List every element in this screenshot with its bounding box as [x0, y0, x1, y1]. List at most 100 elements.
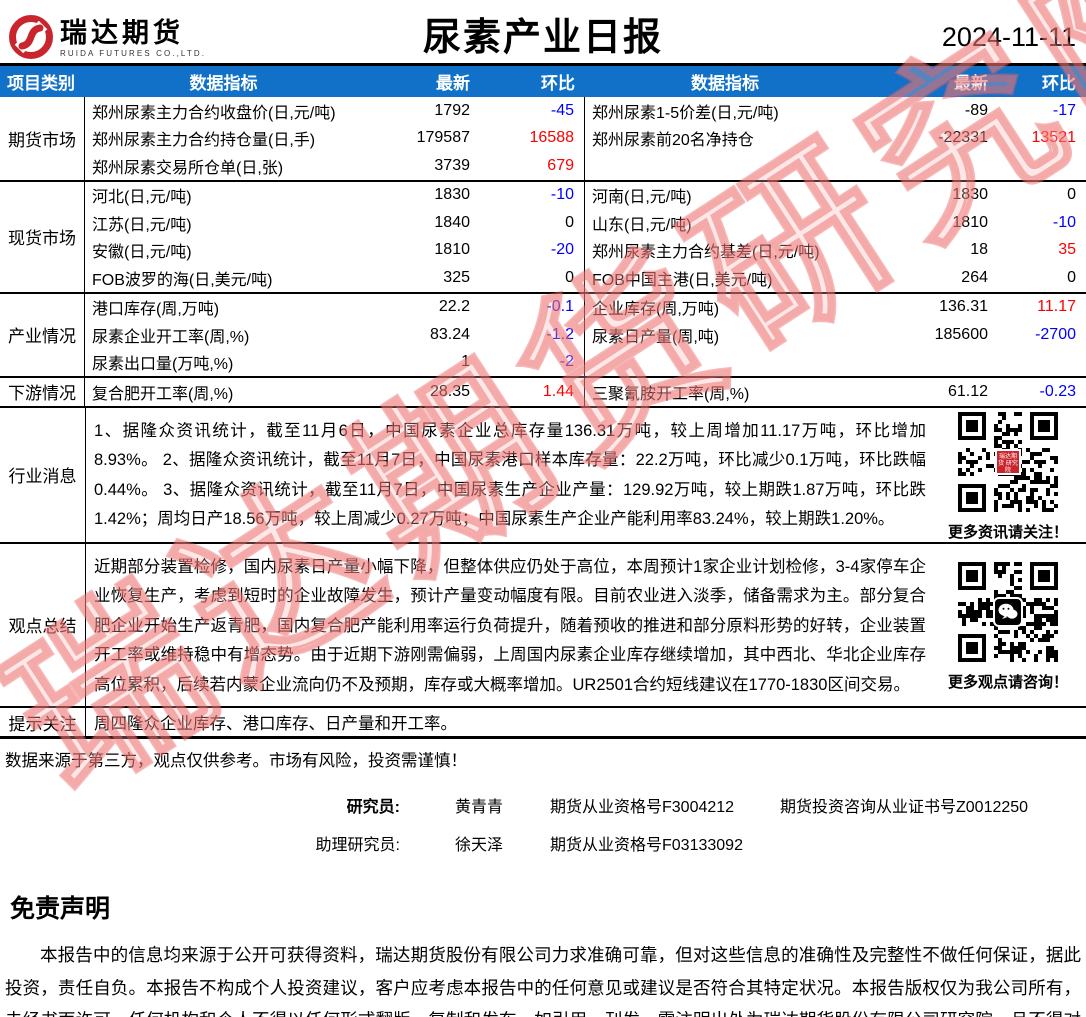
table-section: 产业情况港口库存(周,万吨)22.2-0.1企业库存(周,万吨)136.3111…: [0, 294, 1086, 379]
report-date: 2024-11-11: [942, 22, 1076, 53]
indicator-label: 郑州尿素1-5价差(日,元/吨): [585, 97, 865, 125]
indicator-label: 河南(日,元/吨): [585, 182, 865, 210]
latest-value: 1792: [362, 97, 480, 125]
col-header-latest-right: 最新: [865, 66, 998, 97]
indicator-label: [585, 349, 865, 377]
col-header-delta-right: 环比: [998, 66, 1086, 97]
delta-value: -0.23: [998, 378, 1086, 406]
summary-text: 近期部分装置检修，国内尿素日产量小幅下降，但整体供应仍处于高位，本周预计1家企业…: [86, 544, 930, 707]
assistant-name: 徐天泽: [400, 831, 550, 855]
table-section: 下游情况复合肥开工率(周,%)28.351.44三聚氰胺开工率(周,%)61.1…: [0, 378, 1086, 408]
latest-value: [865, 349, 998, 377]
summary-row: 观点总结 近期部分装置检修，国内尿素日产量小幅下降，但整体供应仍处于高位，本周预…: [0, 544, 1086, 709]
col-header-delta-left: 环比: [480, 66, 585, 97]
delta-value: -10: [998, 209, 1086, 237]
page-title: 尿素产业日报: [0, 6, 1086, 61]
data-grid: 期货市场郑州尿素主力合约收盘价(日,元/吨)1792-45郑州尿素1-5价差(日…: [0, 97, 1086, 408]
assistant-label: 助理研究员:: [0, 831, 400, 855]
delta-value: 0: [998, 264, 1086, 292]
category-label-summary: 观点总结: [0, 544, 86, 707]
delta-value: -0.1: [480, 294, 585, 322]
delta-value: 35: [998, 237, 1086, 265]
indicator-label: 三聚氰胺开工率(周,%): [585, 378, 865, 406]
category-label: 现货市场: [0, 182, 85, 292]
delta-value: [998, 349, 1086, 377]
disclaimer-title: 免责声明: [10, 889, 1086, 925]
latest-value: 1840: [362, 209, 480, 237]
indicator-label: 港口库存(周,万吨): [85, 294, 362, 322]
delta-value: 0: [480, 209, 585, 237]
assistant-line: 助理研究员: 徐天泽 期货从业资格号F03133092: [0, 831, 1086, 855]
delta-value: -10: [480, 182, 585, 210]
delta-value: [998, 152, 1086, 180]
latest-value: 28.35: [362, 378, 480, 406]
delta-value: -17: [998, 97, 1086, 125]
delta-value: -45: [480, 97, 585, 125]
delta-value: 679: [480, 152, 585, 180]
indicator-label: 江苏(日,元/吨): [85, 209, 362, 237]
indicator-label: 河北(日,元/吨): [85, 182, 362, 210]
latest-value: 264: [865, 264, 998, 292]
news-row: 行业消息 1、据隆众资讯统计，截至11月6日，中国尿素企业总库存量136.31万…: [0, 408, 1086, 544]
indicator-label: 企业库存(周,万吨): [585, 294, 865, 322]
alert-text: 周四隆众企业库存、港口库存、日产量和开工率。: [86, 708, 1086, 736]
latest-value: 83.24: [362, 321, 480, 349]
delta-value: 11.17: [998, 294, 1086, 322]
indicator-label: 郑州尿素主力合约持仓量(日,手): [85, 125, 362, 153]
indicator-label: 复合肥开工率(周,%): [85, 378, 362, 406]
latest-value: 1830: [362, 182, 480, 210]
latest-value: 18: [865, 237, 998, 265]
delta-value: 0: [998, 182, 1086, 210]
table-section: 现货市场河北(日,元/吨)1830-10河南(日,元/吨)18300江苏(日,元…: [0, 182, 1086, 294]
latest-value: 1830: [865, 182, 998, 210]
indicator-label: 尿素企业开工率(周,%): [85, 321, 362, 349]
latest-value: 3739: [362, 152, 480, 180]
indicator-label: [585, 152, 865, 180]
col-header-category: 项目类别: [0, 66, 85, 97]
latest-value: 1810: [362, 237, 480, 265]
delta-value: -20: [480, 237, 585, 265]
col-header-indicator-left: 数据指标: [85, 66, 362, 97]
indicator-label: 郑州尿素主力合约收盘价(日,元/吨): [85, 97, 362, 125]
latest-value: [865, 152, 998, 180]
indicator-label: 郑州尿素交易所仓单(日,张): [85, 152, 362, 180]
latest-value: 179587: [362, 125, 480, 153]
latest-value: -89: [865, 97, 998, 125]
latest-value: 185600: [865, 321, 998, 349]
col-header-latest-left: 最新: [362, 66, 480, 97]
researcher-cert: 期货从业资格号F3004212: [550, 793, 780, 817]
col-header-indicator-right: 数据指标: [585, 66, 865, 97]
indicator-label: FOB波罗的海(日,美元/吨): [85, 264, 362, 292]
summary-qr-column: 更多观点请咨询！: [930, 544, 1086, 707]
report-header: 瑞达期货 RUIDA FUTURES CO.,LTD. 尿素产业日报 2024-…: [0, 0, 1086, 66]
indicator-label: 尿素出口量(万吨,%): [85, 349, 362, 377]
table-section: 期货市场郑州尿素主力合约收盘价(日,元/吨)1792-45郑州尿素1-5价差(日…: [0, 97, 1086, 182]
delta-value: 1.44: [480, 378, 585, 406]
news-qr-caption: 更多资讯请关注！: [948, 521, 1068, 542]
delta-value: 0: [480, 264, 585, 292]
researcher-name: 黄青青: [400, 793, 550, 817]
disclaimer-body: 本报告中的信息均来源于公开可获得资料，瑞达期货股份有限公司力求准确可靠，但对这些…: [5, 939, 1081, 1017]
category-label: 产业情况: [0, 294, 85, 377]
delta-value: -2: [480, 349, 585, 377]
indicator-label: 山东(日,元/吨): [585, 209, 865, 237]
latest-value: 136.31: [865, 294, 998, 322]
delta-value: -2700: [998, 321, 1086, 349]
report-page: 瑞达期货研究院 瑞达期货 RUIDA FUTURES CO.,LTD. 尿素产业…: [0, 0, 1086, 1017]
category-label-alert: 提示关注: [0, 708, 86, 736]
source-note: 数据来源于第三方，观点仅供参考。市场有风险，投资需谨慎！: [0, 739, 1086, 771]
delta-value: 13521: [998, 125, 1086, 153]
category-label: 下游情况: [0, 378, 85, 406]
alert-row: 提示关注 周四隆众企业库存、港口库存、日产量和开工率。: [0, 708, 1086, 739]
category-label-news: 行业消息: [0, 408, 86, 542]
indicator-label: FOB中国主港(日,美元/吨): [585, 264, 865, 292]
indicator-label: 郑州尿素主力合约基差(日,元/吨): [585, 237, 865, 265]
researcher-cert2: 期货投资咨询从业证书号Z0012250: [780, 793, 1086, 817]
researcher-line: 研究员: 黄青青 期货从业资格号F3004212 期货投资咨询从业证书号Z001…: [0, 793, 1086, 817]
latest-value: 325: [362, 264, 480, 292]
qr-center-logo: 瑞达期货 研究院: [995, 449, 1021, 475]
researcher-block: 研究员: 黄青青 期货从业资格号F3004212 期货投资咨询从业证书号Z001…: [0, 793, 1086, 855]
indicator-label: 尿素日产量(周,吨): [585, 321, 865, 349]
wechat-icon: [993, 597, 1023, 627]
delta-value: -1.2: [480, 321, 585, 349]
